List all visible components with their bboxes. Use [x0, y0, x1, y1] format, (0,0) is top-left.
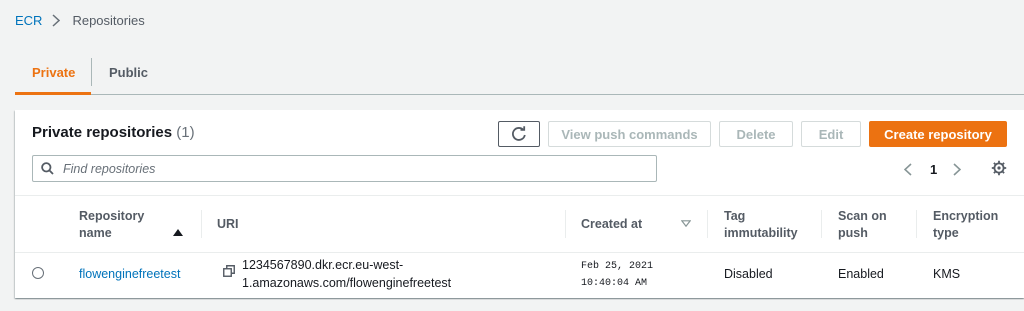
- sort-descending-icon: [681, 220, 691, 227]
- breadcrumb-current: Repositories: [72, 13, 145, 28]
- refresh-icon: [511, 126, 527, 142]
- table-header: Repository name URI Created at Tag immut…: [15, 195, 1024, 253]
- sort-ascending-icon: [173, 229, 183, 236]
- breadcrumb-ecr-link[interactable]: ECR: [15, 13, 42, 28]
- chevron-right-icon[interactable]: [950, 162, 964, 176]
- delete-button[interactable]: Delete: [719, 121, 793, 147]
- repository-count: (1): [176, 124, 195, 141]
- header-name-line1: Repository: [79, 208, 145, 223]
- column-header-tag-immutability[interactable]: Tag immutability: [724, 196, 798, 253]
- column-divider: [565, 210, 566, 238]
- column-divider: [201, 210, 202, 238]
- column-header-encryption-type[interactable]: Encryption type: [933, 196, 998, 253]
- column-divider: [707, 210, 708, 238]
- repositories-panel: Private repositories (1) View push comma…: [15, 110, 1024, 298]
- search-field[interactable]: [32, 155, 657, 182]
- column-header-uri[interactable]: URI: [217, 196, 239, 253]
- header-scan-line1: Scan on: [838, 208, 887, 223]
- breadcrumb: ECR Repositories: [15, 13, 145, 28]
- repository-uri: 1234567890.dkr.ecr.eu-west- 1.amazonaws.…: [242, 256, 451, 292]
- chevron-right-icon: [52, 14, 61, 27]
- created-time: 10:40:04 AM: [581, 278, 648, 289]
- header-enc-line1: Encryption: [933, 208, 999, 223]
- edit-button[interactable]: Edit: [801, 121, 861, 147]
- copy-icon[interactable]: [223, 265, 235, 277]
- column-divider: [821, 210, 822, 238]
- column-divider: [916, 210, 917, 238]
- header-tag-line1: Tag: [724, 208, 746, 223]
- tag-immutability-value: Disabled: [724, 267, 773, 281]
- row-select-radio[interactable]: [32, 267, 44, 279]
- column-header-created-at[interactable]: Created at: [581, 196, 642, 253]
- scan-on-push-value: Enabled: [838, 267, 884, 281]
- created-date: Feb 25, 2021: [581, 261, 654, 272]
- pagination: 1: [901, 159, 964, 179]
- header-scan-line2: push: [838, 225, 868, 240]
- uri-line1: 1234567890.dkr.ecr.eu-west-: [242, 258, 404, 272]
- header-tag-line2: immutability: [724, 225, 798, 240]
- column-header-repository-name[interactable]: Repository name: [79, 196, 144, 253]
- panel-title-text: Private repositories: [32, 124, 173, 141]
- chevron-left-icon[interactable]: [901, 162, 915, 176]
- view-push-commands-button[interactable]: View push commands: [548, 121, 711, 147]
- search-input[interactable]: [63, 161, 623, 176]
- search-icon: [41, 162, 54, 175]
- encryption-type-value: KMS: [933, 267, 961, 281]
- created-at: Feb 25, 2021 10:40:04 AM: [581, 258, 653, 292]
- repository-name-link[interactable]: flowenginefreetest: [79, 267, 180, 281]
- gear-icon[interactable]: [991, 160, 1007, 176]
- panel-title: Private repositories (1): [32, 124, 195, 141]
- tab-private[interactable]: Private: [15, 50, 91, 95]
- tab-public[interactable]: Public: [92, 50, 165, 94]
- repository-tabs: Private Public: [15, 50, 1024, 95]
- column-header-scan-on-push[interactable]: Scan on push: [838, 196, 887, 253]
- uri-line2: 1.amazonaws.com/flowenginefreetest: [242, 276, 452, 290]
- header-name-line2: name: [79, 225, 112, 240]
- current-page[interactable]: 1: [930, 162, 937, 177]
- create-repository-button[interactable]: Create repository: [869, 121, 1007, 147]
- refresh-button[interactable]: [498, 121, 540, 147]
- table-row: flowenginefreetest 1234567890.dkr.ecr.eu…: [15, 253, 1024, 296]
- header-enc-line2: type: [933, 225, 959, 240]
